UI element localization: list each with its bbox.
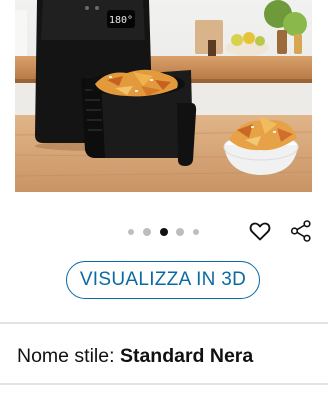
- carousel-dot[interactable]: [143, 228, 151, 236]
- product-image[interactable]: 180°: [15, 0, 312, 192]
- style-name-value: Standard Nera: [119, 345, 254, 367]
- share-button[interactable]: [289, 219, 313, 243]
- heart-icon: [249, 222, 271, 241]
- carousel-dot[interactable]: [193, 229, 199, 235]
- carousel-dot[interactable]: [176, 228, 184, 236]
- divider: [0, 383, 328, 385]
- wishlist-heart-button[interactable]: [248, 219, 272, 243]
- carousel-dot[interactable]: [128, 229, 134, 235]
- carousel-dot-active[interactable]: [160, 228, 168, 236]
- style-name-row[interactable]: Nome stile: Standard Nera: [17, 345, 253, 368]
- image-carousel-indicator[interactable]: [125, 226, 205, 238]
- fryer-display-readout: 180°: [109, 15, 133, 26]
- style-name-label: Nome stile:: [17, 345, 120, 367]
- view-in-3d-button[interactable]: VISUALIZZA IN 3D: [66, 261, 260, 299]
- air-fryer-photo: 180°: [15, 0, 312, 192]
- share-icon: [290, 220, 311, 242]
- divider: [0, 322, 328, 324]
